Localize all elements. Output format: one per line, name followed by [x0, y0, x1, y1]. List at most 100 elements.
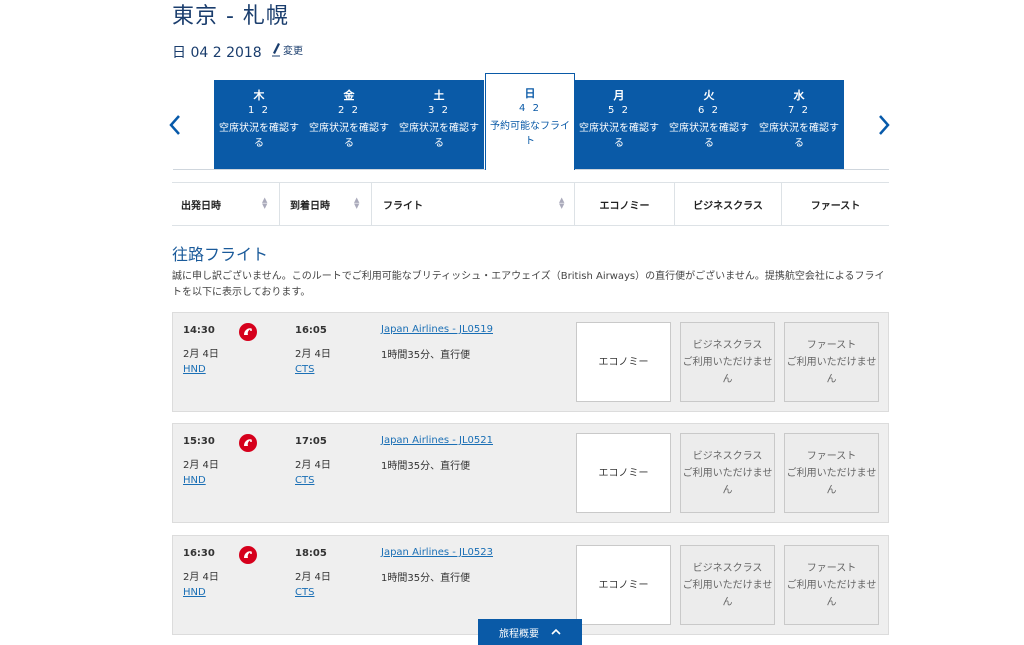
- day-date: 4 2: [519, 103, 541, 114]
- column-label: ファースト: [810, 200, 861, 212]
- economy-fare-button[interactable]: エコノミー: [576, 433, 671, 513]
- first-fare-unavailable: ファースト ご利用いただけません: [784, 433, 879, 513]
- arrival-time: 17:05: [295, 436, 327, 447]
- business-fare-unavailable: ビジネスクラス ご利用いただけません: [680, 545, 775, 625]
- col-economy: エコノミー: [574, 183, 674, 225]
- sort-icon: ▲ ▼: [354, 196, 360, 210]
- day-date: 7 2: [788, 105, 810, 116]
- day-tab-tue[interactable]: 火 6 2 空席状況を確認する: [664, 80, 754, 169]
- arrival-airport-link[interactable]: CTS: [295, 475, 314, 486]
- fare-unavailable-text: ご利用いただけません: [786, 467, 877, 496]
- economy-fare-button[interactable]: エコノミー: [576, 545, 671, 625]
- day-status: 空席状況を確認する: [759, 123, 839, 149]
- fare-unavailable-text: ご利用いただけません: [786, 356, 877, 385]
- day-date: 5 2: [608, 105, 630, 116]
- pencil-icon: [272, 42, 280, 57]
- day-tab-thu[interactable]: 木 1 2 空席状況を確認する: [214, 80, 304, 169]
- arrival-date: 2月 4日: [295, 460, 331, 471]
- day-date: 2 2: [338, 105, 360, 116]
- prev-week-button[interactable]: [169, 114, 181, 136]
- arrival-airport-link[interactable]: CTS: [295, 364, 314, 375]
- day-tab-mon[interactable]: 月 5 2 空席状況を確認する: [574, 80, 664, 169]
- fare-unavailable-text: ご利用いただけません: [682, 467, 773, 496]
- fare-label: エコノミー: [598, 356, 649, 368]
- jal-crane-logo-icon: [239, 323, 257, 341]
- chevron-left-icon: [169, 114, 181, 136]
- flight-card: 14:30 2月 4日 HND 16:05 2月 4日 CTS Japan Ai…: [172, 312, 889, 412]
- economy-fare-button[interactable]: エコノミー: [576, 322, 671, 402]
- column-label: エコノミー: [599, 200, 650, 212]
- itinerary-summary-button[interactable]: 旅程概要: [478, 619, 582, 645]
- change-date-link[interactable]: 変更: [272, 42, 303, 57]
- day-date: 6 2: [698, 105, 720, 116]
- first-fare-unavailable: ファースト ご利用いただけません: [784, 545, 879, 625]
- first-fare-unavailable: ファースト ご利用いただけません: [784, 322, 879, 402]
- day-tab-wed[interactable]: 水 7 2 空席状況を確認する: [754, 80, 844, 169]
- day-status: 空席状況を確認する: [399, 123, 479, 149]
- flight-duration: 1時間35分、直行便: [381, 350, 471, 361]
- departure-airport-link[interactable]: HND: [183, 587, 206, 598]
- fare-label: エコノミー: [598, 579, 649, 591]
- next-week-button[interactable]: [878, 114, 890, 136]
- arrival-time: 18:05: [295, 548, 327, 559]
- flight-number-link[interactable]: Japan Airlines - JL0519: [381, 324, 493, 335]
- flight-card: 15:30 2月 4日 HND 17:05 2月 4日 CTS Japan Ai…: [172, 423, 889, 523]
- jal-crane-logo-icon: [239, 434, 257, 452]
- departure-airport-link[interactable]: HND: [183, 364, 206, 375]
- business-fare-unavailable: ビジネスクラス ご利用いただけません: [680, 433, 775, 513]
- no-direct-flight-notice: 誠に申し訳ございません。このルートでご利用可能なブリティッシュ・エアウェイズ（B…: [172, 271, 885, 298]
- flight-number-link[interactable]: Japan Airlines - JL0523: [381, 547, 493, 558]
- column-label: フライト: [383, 200, 423, 212]
- day-tab-sun-selected[interactable]: 日 4 2 予約可能なフライト: [485, 73, 575, 170]
- flight-number-link[interactable]: Japan Airlines - JL0521: [381, 435, 493, 446]
- day-of-week: 火: [703, 89, 715, 102]
- day-date: 1 2: [248, 105, 270, 116]
- arrival-airport-link[interactable]: CTS: [295, 587, 314, 598]
- flight-duration: 1時間35分、直行便: [381, 461, 471, 472]
- sort-flight[interactable]: フライト ▲ ▼: [371, 183, 574, 225]
- fare-label: ビジネスクラス: [692, 562, 763, 574]
- day-tab-fri[interactable]: 金 2 2 空席状況を確認する: [304, 80, 394, 169]
- fare-label: ビジネスクラス: [692, 339, 763, 351]
- day-status: 空席状況を確認する: [309, 123, 389, 149]
- route-title: 東京 - 札幌: [172, 4, 289, 29]
- day-of-week: 金: [343, 89, 355, 102]
- sort-arrival[interactable]: 到着日時 ▲ ▼: [279, 183, 371, 225]
- departure-time: 14:30: [183, 325, 215, 336]
- day-of-week: 土: [433, 89, 445, 102]
- fare-label: ファースト: [806, 562, 857, 574]
- col-business: ビジネスクラス: [674, 183, 781, 225]
- departure-airport-link[interactable]: HND: [183, 475, 206, 486]
- results-header: 出発日時 ▲ ▼ 到着日時 ▲ ▼ フライト ▲ ▼ エコノミー ビジネスクラス ファ…: [172, 182, 889, 226]
- departure-time: 16:30: [183, 548, 215, 559]
- departure-date: 2月 4日: [183, 460, 219, 471]
- chevron-right-icon: [878, 114, 890, 136]
- flight-duration: 1時間35分、直行便: [381, 573, 471, 584]
- day-tab-sat[interactable]: 土 3 2 空席状況を確認する: [394, 80, 484, 169]
- column-label: ビジネスクラス: [693, 200, 763, 212]
- arrival-date: 2月 4日: [295, 572, 331, 583]
- itinerary-summary-label: 旅程概要: [499, 628, 539, 640]
- day-date: 3 2: [428, 105, 450, 116]
- fare-label: ビジネスクラス: [692, 450, 763, 462]
- fare-label: ファースト: [806, 339, 857, 351]
- sort-departure[interactable]: 出発日時 ▲ ▼: [181, 183, 281, 225]
- arrival-date: 2月 4日: [295, 349, 331, 360]
- day-of-week: 日: [524, 87, 536, 100]
- fare-unavailable-text: ご利用いただけません: [786, 579, 877, 608]
- change-date-label: 変更: [283, 46, 303, 57]
- column-label: 到着日時: [290, 200, 330, 212]
- day-status: 空席状況を確認する: [219, 123, 299, 149]
- fare-label: ファースト: [806, 450, 857, 462]
- arrival-time: 16:05: [295, 325, 327, 336]
- fare-unavailable-text: ご利用いただけません: [682, 356, 773, 385]
- fare-label: エコノミー: [598, 467, 649, 479]
- selected-date: 日 04 2 2018: [172, 45, 262, 61]
- departure-date: 2月 4日: [183, 349, 219, 360]
- day-status: 空席状況を確認する: [579, 123, 659, 149]
- day-status: 予約可能なフライト: [490, 121, 570, 147]
- fare-unavailable-text: ご利用いただけません: [682, 579, 773, 608]
- sort-icon: ▲ ▼: [559, 196, 565, 210]
- departure-date: 2月 4日: [183, 572, 219, 583]
- col-first: ファースト: [781, 183, 889, 225]
